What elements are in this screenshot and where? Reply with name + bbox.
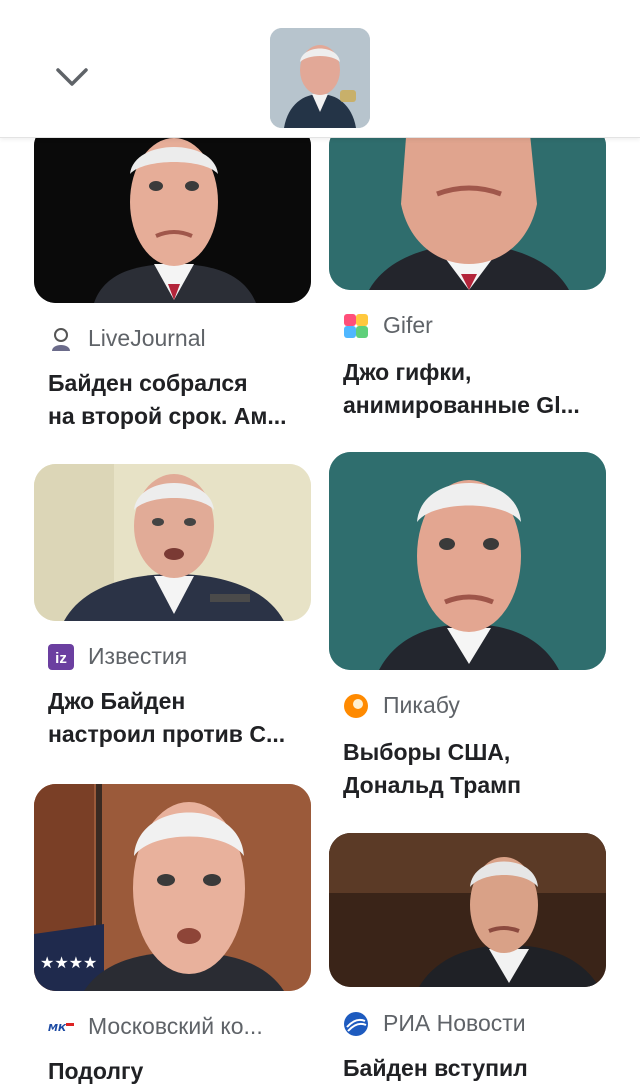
result-source-6[interactable]: РИА Новости	[343, 1010, 526, 1037]
image-viewer-header	[0, 0, 640, 138]
svg-text:iz: iz	[55, 650, 67, 667]
chevron-down-icon[interactable]	[52, 58, 92, 98]
result-image-5[interactable]: ★★★★	[34, 784, 311, 991]
result-image-6[interactable]	[329, 833, 606, 987]
result-image-2[interactable]	[329, 124, 606, 290]
result-source-label-2: Gifer	[383, 312, 433, 338]
result-title-4[interactable]: Выборы США, Дональд Трамп	[343, 736, 613, 802]
image-thumbnail[interactable]	[270, 28, 370, 128]
ria-icon	[344, 1011, 368, 1036]
result-image-3[interactable]	[34, 464, 311, 621]
result-source-2[interactable]: Gifer	[343, 312, 433, 339]
svg-text:МК: МК	[48, 1023, 67, 1034]
svg-text:★★★★: ★★★★	[40, 953, 97, 972]
livejournal-icon	[52, 327, 70, 351]
gifer-icon	[344, 313, 368, 338]
result-image-1[interactable]	[34, 124, 311, 303]
result-title-1[interactable]: Байден собрался на второй срок. Ам...	[48, 367, 318, 433]
result-source-label-1: LiveJournal	[88, 325, 206, 351]
result-source-label-4: Пикабу	[383, 692, 460, 718]
result-source-label-3: Известия	[88, 643, 188, 669]
result-source-label-6: РИА Новости	[383, 1010, 526, 1036]
izvestia-icon: iz	[48, 643, 74, 670]
result-title-6[interactable]: Байден вступил	[343, 1052, 613, 1085]
pikabu-icon	[344, 693, 368, 718]
result-image-4[interactable]	[329, 452, 606, 670]
result-title-2[interactable]: Джо гифки, анимированные Gl...	[343, 356, 613, 422]
result-source-3[interactable]: iz Известия	[48, 643, 187, 670]
result-source-label-5: Московский ко...	[88, 1013, 263, 1039]
result-source-4[interactable]: Пикабу	[343, 692, 460, 719]
result-source-1[interactable]: LiveJournal	[48, 325, 206, 352]
result-title-3[interactable]: Джо Байден настроил против С...	[48, 685, 318, 751]
result-source-5[interactable]: МК Московский ко...	[48, 1013, 263, 1040]
result-title-5[interactable]: Подолгу	[48, 1055, 318, 1088]
mk-icon: МК	[48, 1022, 74, 1034]
